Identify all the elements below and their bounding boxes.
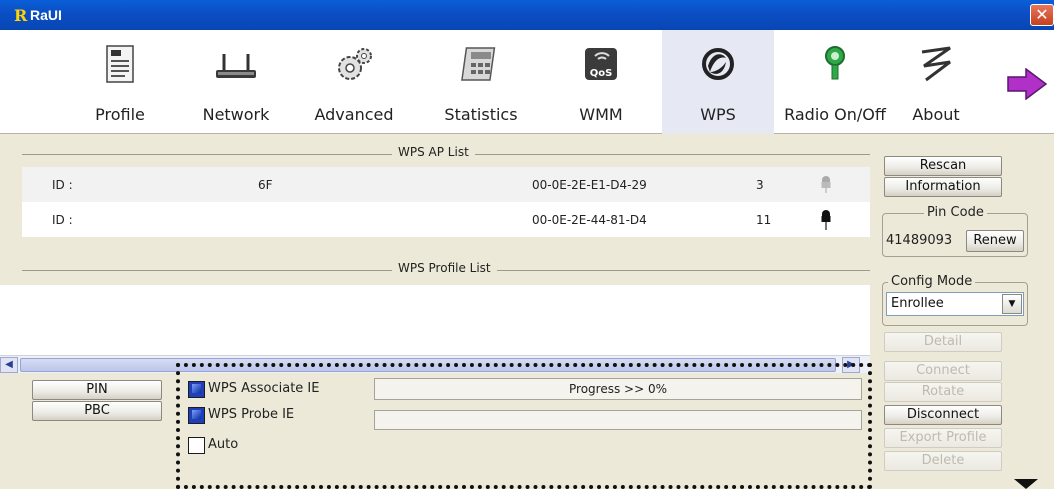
tab-profile[interactable]: Profile (70, 30, 170, 134)
ap-bssid: 00-0E-2E-44-81-D4 (532, 213, 647, 227)
app-logo: R (14, 6, 28, 25)
ap-id-label: ID : (52, 178, 73, 192)
tab-about[interactable]: About (898, 30, 974, 134)
tab-label: About (912, 105, 960, 124)
key-icon (821, 210, 831, 230)
pin-button[interactable]: PIN (32, 380, 162, 400)
scroll-down-icon[interactable] (1014, 479, 1038, 489)
key-icon (821, 176, 831, 193)
wmm-icon: QoS (585, 48, 617, 80)
ap-channel: 3 (756, 178, 764, 192)
ap-id-label: ID : (52, 213, 73, 227)
ap-channel: 11 (756, 213, 772, 227)
window-title: RaUI (30, 7, 62, 23)
config-mode-value: Enrollee (891, 296, 944, 311)
secondary-progress-bar (374, 410, 862, 430)
table-row[interactable]: ID : 6F 00-0E-2E-E1-D4-29 3 (22, 167, 870, 202)
advanced-icon (338, 48, 372, 80)
renew-button[interactable]: Renew (966, 230, 1024, 252)
qos-badge: QoS (590, 68, 613, 79)
ap-ssid: 6F (258, 178, 273, 192)
information-label: Information (905, 179, 981, 194)
disconnect-label: Disconnect (906, 407, 980, 422)
ap-list: ID : 6F 00-0E-2E-E1-D4-29 3 ID : 00-0E-2… (22, 167, 870, 237)
pbc-button[interactable]: PBC (32, 401, 162, 421)
ap-list-title: WPS AP List (392, 145, 475, 159)
wps-associate-ie-checkbox[interactable] (188, 381, 205, 398)
close-icon: ✕ (1035, 5, 1049, 24)
pin-code-value: 41489093 (886, 233, 953, 248)
chevron-down-icon[interactable]: ▼ (1002, 294, 1022, 314)
export-profile-label: Export Profile (899, 430, 987, 445)
title-bar[interactable]: R RaUI ✕ (0, 0, 1054, 30)
tab-label: WPS (700, 105, 736, 124)
pin-code-title: Pin Code (924, 205, 987, 220)
progress-text: Progress >> 0% (569, 382, 667, 396)
export-profile-button[interactable]: Export Profile (884, 428, 1002, 448)
about-icon (921, 46, 951, 82)
connect-button[interactable]: Connect (884, 361, 1002, 381)
scroll-left-icon[interactable]: ◀ (0, 357, 18, 373)
config-mode-select[interactable]: Enrollee ▼ (886, 292, 1024, 316)
tab-label: Advanced (314, 105, 394, 124)
ap-bssid: 00-0E-2E-E1-D4-29 (532, 178, 647, 192)
toolbar: Profile Network Advanced Statistics QoS … (0, 30, 1054, 134)
detail-button[interactable]: Detail (884, 332, 1002, 352)
pin-button-label: PIN (86, 382, 108, 397)
delete-button[interactable]: Delete (884, 451, 1002, 471)
auto-label: Auto (208, 437, 239, 452)
tab-advanced[interactable]: Advanced (298, 30, 410, 134)
delete-label: Delete (921, 453, 965, 468)
profile-list-title: WPS Profile List (392, 261, 497, 275)
arrow-right-icon[interactable] (1006, 68, 1048, 100)
rescan-button[interactable]: Rescan (884, 156, 1002, 176)
tab-wps[interactable]: WPS (662, 30, 774, 134)
rotate-label: Rotate (921, 384, 965, 399)
auto-checkbox[interactable] (188, 437, 205, 454)
tab-network[interactable]: Network (186, 30, 286, 134)
progress-bar: Progress >> 0% (374, 378, 862, 400)
tab-wmm[interactable]: QoS WMM (560, 30, 642, 134)
wps-probe-ie-checkbox[interactable] (188, 407, 205, 424)
raui-window: R RaUI ✕ Profile Network Advanced Statis… (0, 0, 1054, 489)
side-panel: Rescan Information Pin Code 41489093 Ren… (874, 135, 1054, 489)
tab-label: Statistics (444, 105, 518, 124)
wps-panel: WPS AP List ID : 6F 00-0E-2E-E1-D4-29 3 … (0, 135, 1054, 489)
rescan-label: Rescan (919, 158, 967, 173)
radio-icon (825, 46, 845, 80)
wps-associate-ie-label: WPS Associate IE (208, 381, 320, 396)
config-mode-title: Config Mode (888, 274, 976, 289)
detail-label: Detail (923, 334, 963, 349)
close-button[interactable]: ✕ (1030, 4, 1054, 26)
disconnect-button[interactable]: Disconnect (884, 405, 1002, 425)
tab-statistics[interactable]: Statistics (428, 30, 534, 134)
wps-probe-ie-label: WPS Probe IE (208, 407, 295, 422)
rotate-button[interactable]: Rotate (884, 382, 1002, 402)
tab-radio-on-off[interactable]: Radio On/Off (774, 30, 896, 134)
profile-icon (106, 45, 134, 83)
information-button[interactable]: Information (884, 177, 1002, 197)
pbc-button-label: PBC (84, 403, 110, 418)
tab-label: Radio On/Off (784, 105, 886, 124)
network-icon (216, 54, 256, 78)
table-row[interactable]: ID : 00-0E-2E-44-81-D4 11 (22, 202, 870, 237)
tab-label: Network (202, 105, 270, 124)
profile-list[interactable] (0, 285, 870, 355)
connect-label: Connect (916, 363, 970, 378)
renew-label: Renew (973, 233, 1017, 248)
wps-icon (702, 48, 734, 80)
statistics-icon (461, 47, 496, 81)
tab-label: Profile (95, 105, 145, 124)
tab-label: WMM (579, 105, 623, 124)
